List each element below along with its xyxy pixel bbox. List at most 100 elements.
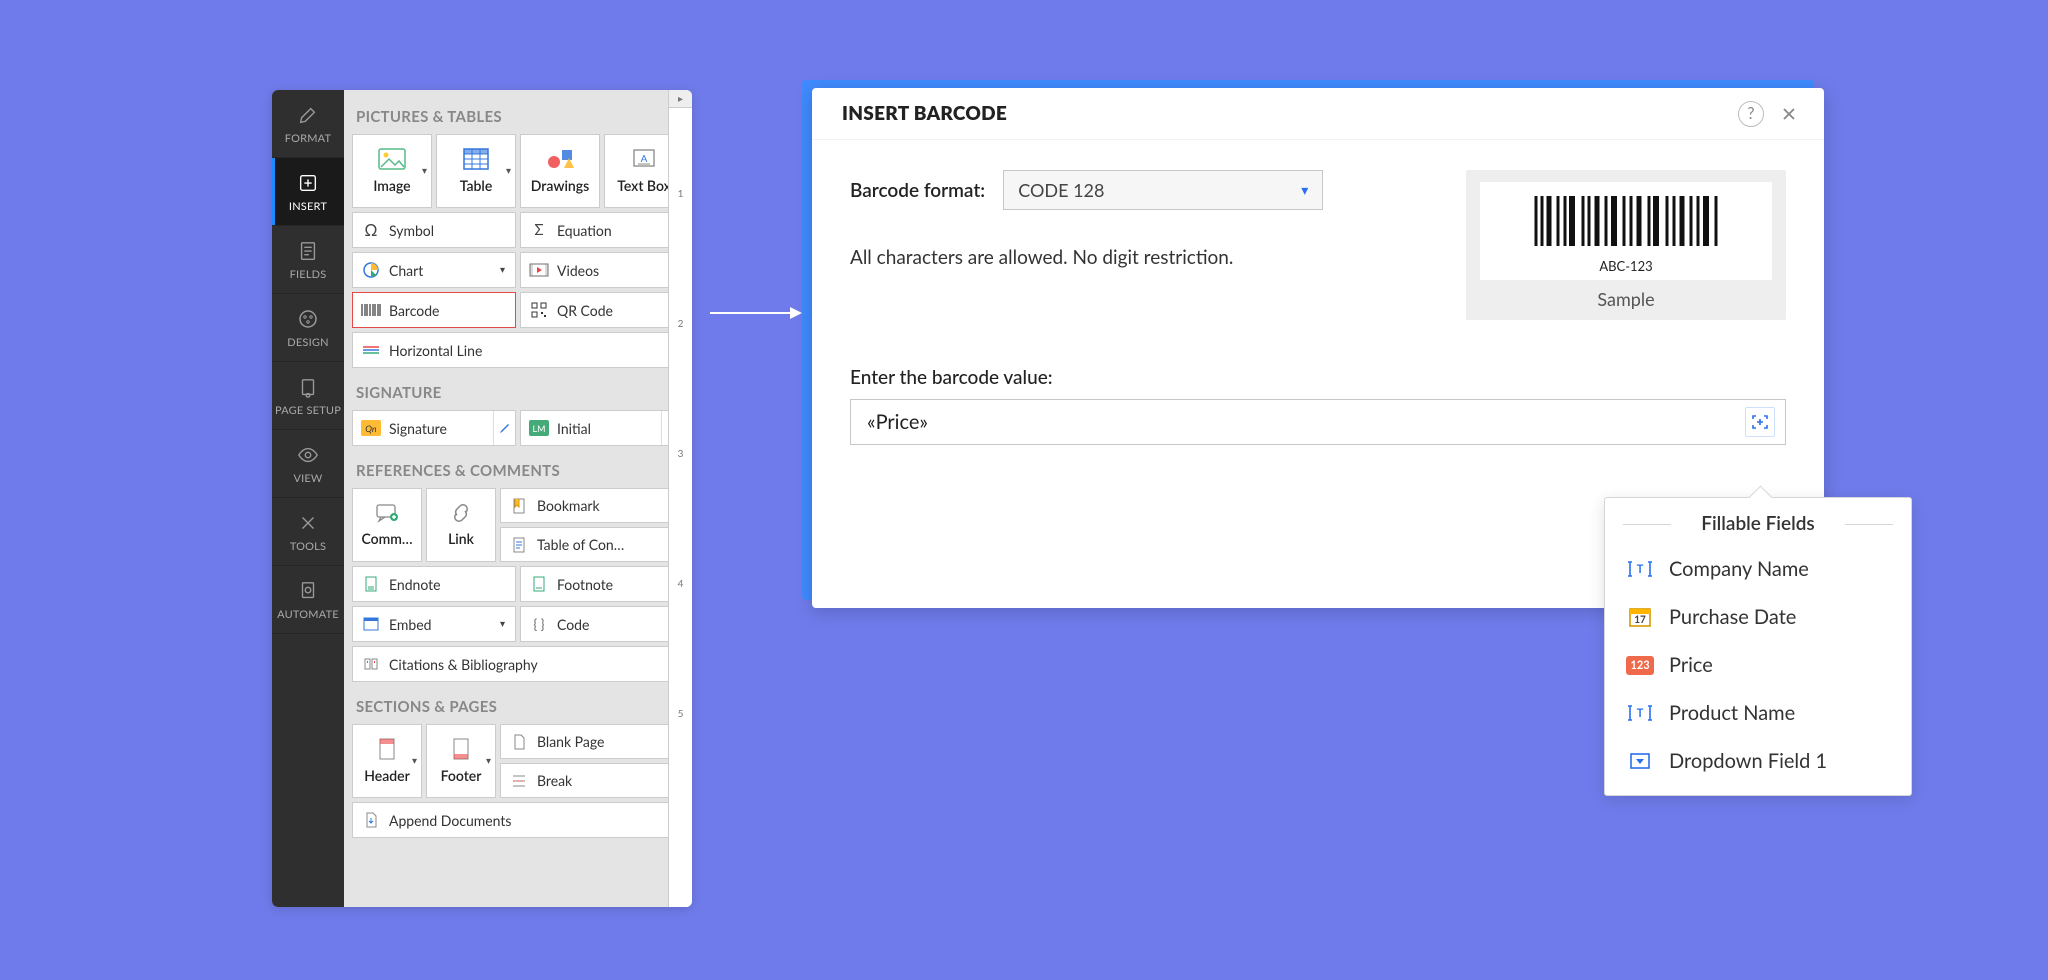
vertical-ruler: ▸ 1 2 3 4 5	[668, 90, 692, 907]
equation-button[interactable]: Σ Equation	[520, 212, 684, 248]
chart-icon	[361, 260, 381, 280]
blank-page-button[interactable]: Blank Page	[500, 724, 684, 759]
flow-arrow-icon	[710, 312, 800, 314]
image-button[interactable]: ▾ Image	[352, 134, 432, 208]
toc-button[interactable]: Table of Con…	[500, 527, 684, 562]
tile-label: Text Box	[617, 177, 671, 194]
comment-button[interactable]: Comm…	[352, 488, 422, 562]
sidebar-item-design[interactable]: DESIGN	[272, 294, 344, 362]
barcode-sample-value: ABC-123	[1492, 258, 1760, 274]
tile-label: Equation	[557, 222, 612, 239]
tile-label: Image	[373, 177, 410, 194]
tile-label: Table	[460, 177, 493, 194]
tile-label: Citations & Bibliography	[389, 656, 538, 673]
link-button[interactable]: Link	[426, 488, 496, 562]
sidebar-label: VIEW	[293, 472, 322, 485]
sidebar-item-format[interactable]: FORMAT	[272, 90, 344, 158]
bookmark-icon	[509, 496, 529, 516]
drawings-button[interactable]: Drawings	[520, 134, 600, 208]
dialog-header: INSERT BARCODE ?	[812, 88, 1824, 140]
automate-icon	[295, 578, 321, 604]
ruler-mark: 1	[669, 188, 692, 200]
sidebar-item-automate[interactable]: AUTOMATE	[272, 566, 344, 634]
tile-label: Initial	[557, 420, 591, 437]
dropdown-caret-icon: ▾	[500, 264, 505, 276]
code-button[interactable]: { } Code	[520, 606, 684, 642]
insert-ribbon: PICTURES & TABLES ▾ Image ▾ Table Drawin…	[344, 90, 692, 907]
field-option-price[interactable]: 123 Price	[1605, 641, 1911, 689]
break-button[interactable]: Break ▾	[500, 763, 684, 798]
collapse-ruler-icon[interactable]: ▸	[669, 90, 692, 108]
insert-field-button[interactable]	[1745, 407, 1775, 437]
code-icon: { }	[529, 614, 549, 634]
sidebar-item-fields[interactable]: FIELDS	[272, 226, 344, 294]
section-title-sections-pages: SECTIONS & PAGES	[352, 686, 684, 724]
tile-label: Append Documents	[389, 812, 511, 829]
footer-button[interactable]: ▾ Footer	[426, 724, 496, 798]
field-option-company-name[interactable]: T Company Name	[1605, 545, 1911, 593]
field-option-dropdown-1[interactable]: Dropdown Field 1	[1605, 737, 1911, 785]
ribbon-panel: FORMAT INSERT FIELDS DESIGN PAGE SETUP V…	[272, 90, 692, 907]
header-icon	[378, 738, 396, 763]
value-label: Enter the barcode value:	[850, 366, 1786, 389]
initial-icon: LM	[529, 420, 549, 436]
table-icon	[463, 148, 489, 173]
field-picker-icon	[1751, 413, 1769, 431]
edit-icon[interactable]	[493, 411, 515, 445]
field-option-product-name[interactable]: T Product Name	[1605, 689, 1911, 737]
sidebar-item-insert[interactable]: INSERT	[272, 158, 344, 226]
footnote-button[interactable]: Footnote	[520, 566, 684, 602]
view-icon	[295, 442, 321, 468]
videos-button[interactable]: Videos	[520, 252, 684, 288]
endnote-button[interactable]: Endnote	[352, 566, 516, 602]
qrcode-button[interactable]: QR Code	[520, 292, 684, 328]
table-button[interactable]: ▾ Table	[436, 134, 516, 208]
barcode-value-input[interactable]: «Price»	[850, 399, 1786, 445]
chart-button[interactable]: Chart ▾	[352, 252, 516, 288]
citations-button[interactable]: Citations & Bibliography	[352, 646, 684, 682]
signature-button[interactable]: Qn Signature	[352, 410, 516, 446]
sidebar-item-tools[interactable]: TOOLS	[272, 498, 344, 566]
barcode-button[interactable]: Barcode	[352, 292, 516, 328]
ruler-mark: 2	[669, 318, 692, 330]
equation-icon: Σ	[529, 220, 549, 240]
horizontal-line-button[interactable]: Horizontal Line	[352, 332, 684, 368]
footnote-icon	[529, 574, 549, 594]
text-field-icon: T	[1627, 702, 1653, 724]
ruler-mark: 5	[669, 708, 692, 720]
field-label: Product Name	[1669, 701, 1795, 725]
dropdown-caret-icon: ▾	[422, 165, 427, 177]
tile-label: Videos	[557, 262, 599, 279]
sidebar-item-page-setup[interactable]: PAGE SETUP	[272, 362, 344, 430]
tile-label: Signature	[389, 420, 447, 437]
sidebar-item-view[interactable]: VIEW	[272, 430, 344, 498]
qrcode-icon	[529, 300, 549, 320]
close-icon[interactable]	[1774, 99, 1804, 129]
bookmark-button[interactable]: Bookmark	[500, 488, 684, 523]
field-label: Price	[1669, 653, 1713, 677]
help-icon[interactable]: ?	[1738, 101, 1764, 127]
embed-button[interactable]: Embed ▾	[352, 606, 516, 642]
tile-label: Footnote	[557, 576, 613, 593]
toc-icon	[509, 535, 529, 555]
field-option-purchase-date[interactable]: 17 Purchase Date	[1605, 593, 1911, 641]
initial-button[interactable]: LM Initial	[520, 410, 684, 446]
field-label: Purchase Date	[1669, 605, 1796, 629]
append-documents-button[interactable]: Append Documents	[352, 802, 684, 838]
comment-icon	[375, 503, 399, 526]
sidebar-label: INSERT	[289, 200, 327, 213]
barcode-format-select[interactable]: CODE 128 ▾	[1003, 170, 1323, 210]
signature-icon: Qn	[361, 420, 381, 436]
select-value: CODE 128	[1018, 179, 1104, 201]
number-field-icon: 123	[1627, 654, 1653, 676]
symbol-button[interactable]: Ω Symbol	[352, 212, 516, 248]
popover-title: Fillable Fields	[1605, 512, 1911, 535]
ruler-mark: 3	[669, 448, 692, 460]
tile-label: Symbol	[389, 222, 434, 239]
fillable-fields-popover: Fillable Fields T Company Name 17 Purcha…	[1604, 497, 1912, 796]
ruler-mark: 4	[669, 578, 692, 590]
format-label: Barcode format:	[850, 179, 985, 202]
endnote-icon	[361, 574, 381, 594]
sidebar-label: AUTOMATE	[277, 608, 339, 621]
header-button[interactable]: ▾ Header	[352, 724, 422, 798]
